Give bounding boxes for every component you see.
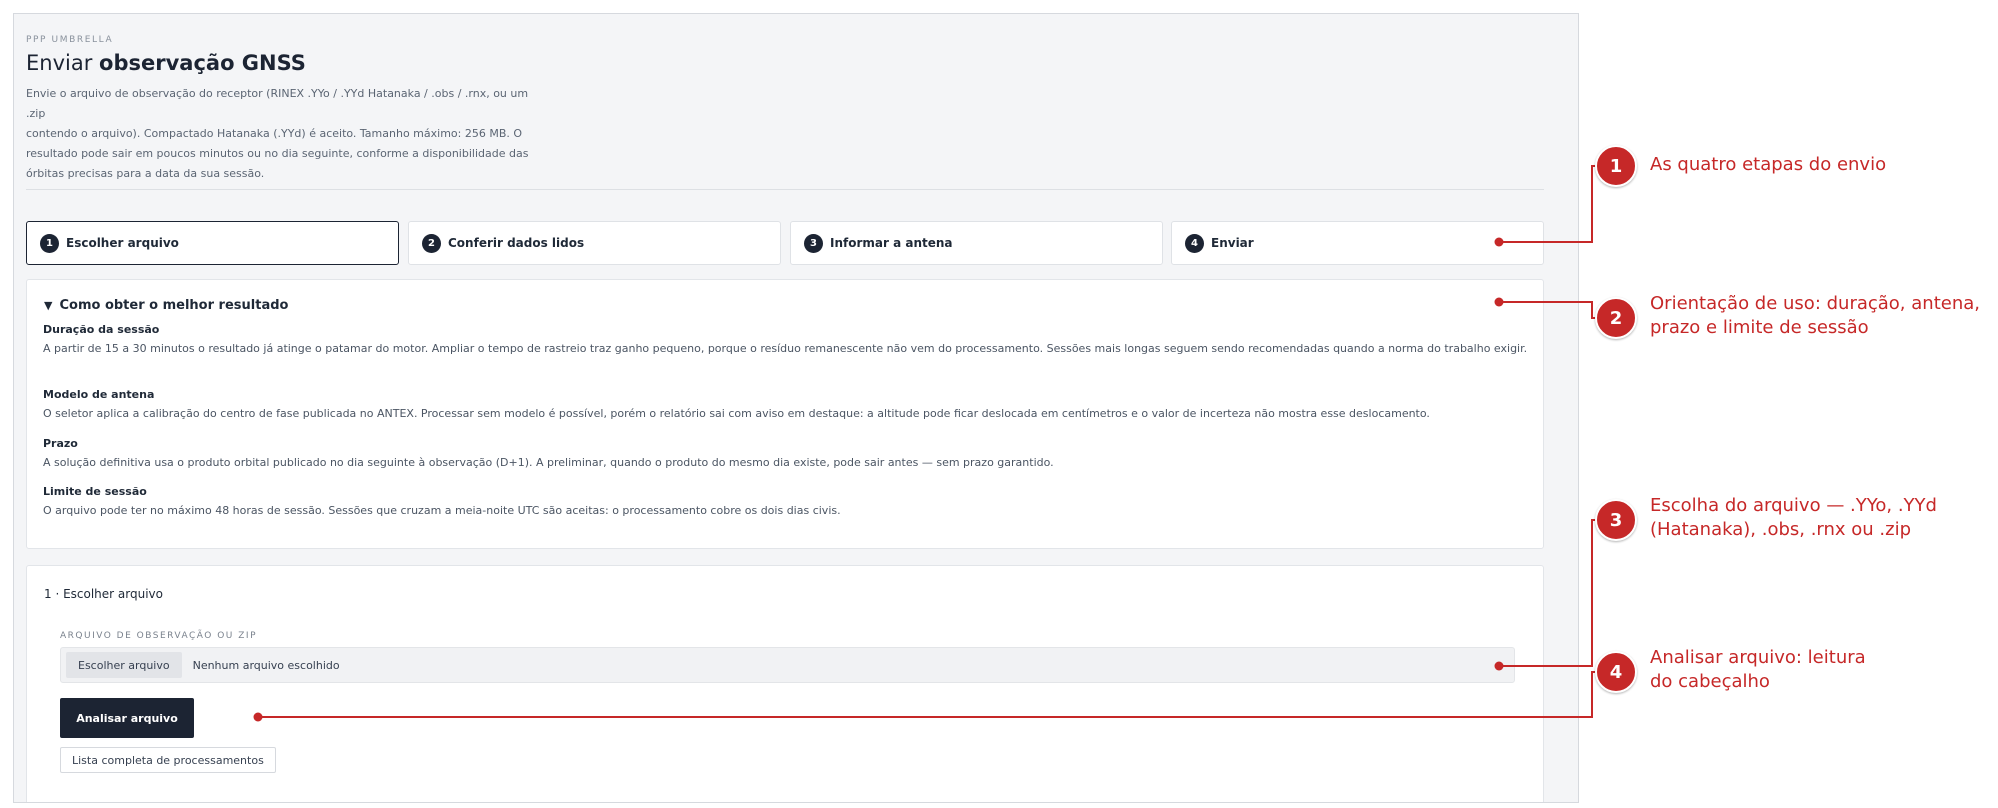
callout-badge-4: 4: [1595, 651, 1637, 693]
page-title-bold: observação GNSS: [99, 51, 306, 75]
step-number-badge: 3: [804, 233, 823, 253]
step-number-badge: 2: [422, 233, 441, 253]
file-input[interactable]: Escolher arquivo Nenhum arquivo escolhid…: [60, 647, 1515, 683]
processing-list-link[interactable]: Lista completa de processamentos: [60, 747, 276, 773]
intro-line: Envie o arquivo de observação do recepto…: [26, 87, 529, 120]
callout-text-2: Orientação de uso: duração, antena, praz…: [1650, 293, 1980, 338]
callout-text-1: As quatro etapas do envio: [1650, 154, 1887, 175]
guidance-heading: Duração da sessão: [43, 323, 160, 336]
app-eyebrow: PPP UMBRELLA: [26, 35, 114, 45]
intro-line: contendo o arquivo). Compactado Hatanaka…: [26, 127, 523, 140]
guidance-body: O seletor aplica a calibração do centro …: [43, 407, 1430, 420]
page-title: Enviar observação GNSS: [26, 51, 306, 75]
guidance-body: A partir de 15 a 30 minutos o resultado …: [43, 342, 1528, 355]
step-number-badge: 1: [40, 233, 59, 253]
guidance-heading: Limite de sessão: [43, 485, 147, 498]
intro-line: órbitas precisas para a data da sua sess…: [26, 167, 265, 180]
app-frame: PPP UMBRELLA Enviar observação GNSS Envi…: [13, 13, 1579, 803]
callout-text-3: Escolha do arquivo — .YYo, .YYd (Hatanak…: [1650, 495, 1937, 540]
intro-text: Envie o arquivo de observação do recepto…: [26, 84, 546, 184]
guidance-heading: Prazo: [43, 437, 78, 450]
step-label: Conferir dados lidos: [448, 236, 585, 250]
guidance-body: A solução definitiva usa o produto orbit…: [43, 456, 1054, 469]
file-section: 1 · Escolher arquivo ARQUIVO DE OBSERVAÇ…: [26, 565, 1544, 802]
guidance-toggle[interactable]: ▼ Como obter o melhor resultado: [44, 298, 288, 313]
file-status-text: Nenhum arquivo escolhido: [192, 658, 340, 672]
file-field-label: ARQUIVO DE OBSERVAÇÃO OU ZIP: [60, 631, 258, 641]
step-submit[interactable]: 4 Enviar: [1171, 221, 1544, 265]
callout-badge-1: 1: [1595, 145, 1637, 187]
step-number-badge: 4: [1185, 233, 1204, 253]
page-title-prefix: Enviar: [26, 51, 100, 75]
file-section-title: 1 · Escolher arquivo: [44, 587, 163, 601]
guidance-item-antenna: Modelo de antena O seletor aplica a cali…: [43, 387, 1533, 423]
callout-badge-2: 2: [1595, 297, 1637, 339]
step-review-data[interactable]: 2 Conferir dados lidos: [408, 221, 781, 265]
guidance-body: O arquivo pode ter no máximo 48 horas de…: [43, 504, 841, 517]
step-label: Informar a antena: [830, 236, 953, 250]
callout-text-4: Analisar arquivo: leitura do cabeçalho: [1650, 647, 1866, 692]
guidance-item-deadline: Prazo A solução definitiva usa o produto…: [43, 436, 1533, 472]
guidance-item-duration: Duração da sessão A partir de 15 a 30 mi…: [43, 322, 1533, 358]
stepper: 1 Escolher arquivo 2 Conferir dados lido…: [26, 221, 1544, 265]
step-label: Escolher arquivo: [66, 236, 179, 250]
guidance-item-session-limit: Limite de sessão O arquivo pode ter no m…: [43, 484, 1533, 520]
choose-file-button[interactable]: Escolher arquivo: [66, 652, 182, 678]
step-antenna[interactable]: 3 Informar a antena: [790, 221, 1163, 265]
step-label: Enviar: [1211, 236, 1254, 250]
callout-badge-3: 3: [1595, 499, 1637, 541]
intro-line: resultado pode sair em poucos minutos ou…: [26, 147, 529, 160]
caret-down-icon: ▼: [44, 299, 53, 312]
guidance-heading: Modelo de antena: [43, 388, 155, 401]
analyze-file-button[interactable]: Analisar arquivo: [60, 698, 194, 738]
guidance-panel: ▼ Como obter o melhor resultado Duração …: [26, 279, 1544, 549]
guidance-summary-label: Como obter o melhor resultado: [59, 298, 289, 313]
step-choose-file[interactable]: 1 Escolher arquivo: [26, 221, 399, 265]
divider: [26, 189, 1544, 190]
